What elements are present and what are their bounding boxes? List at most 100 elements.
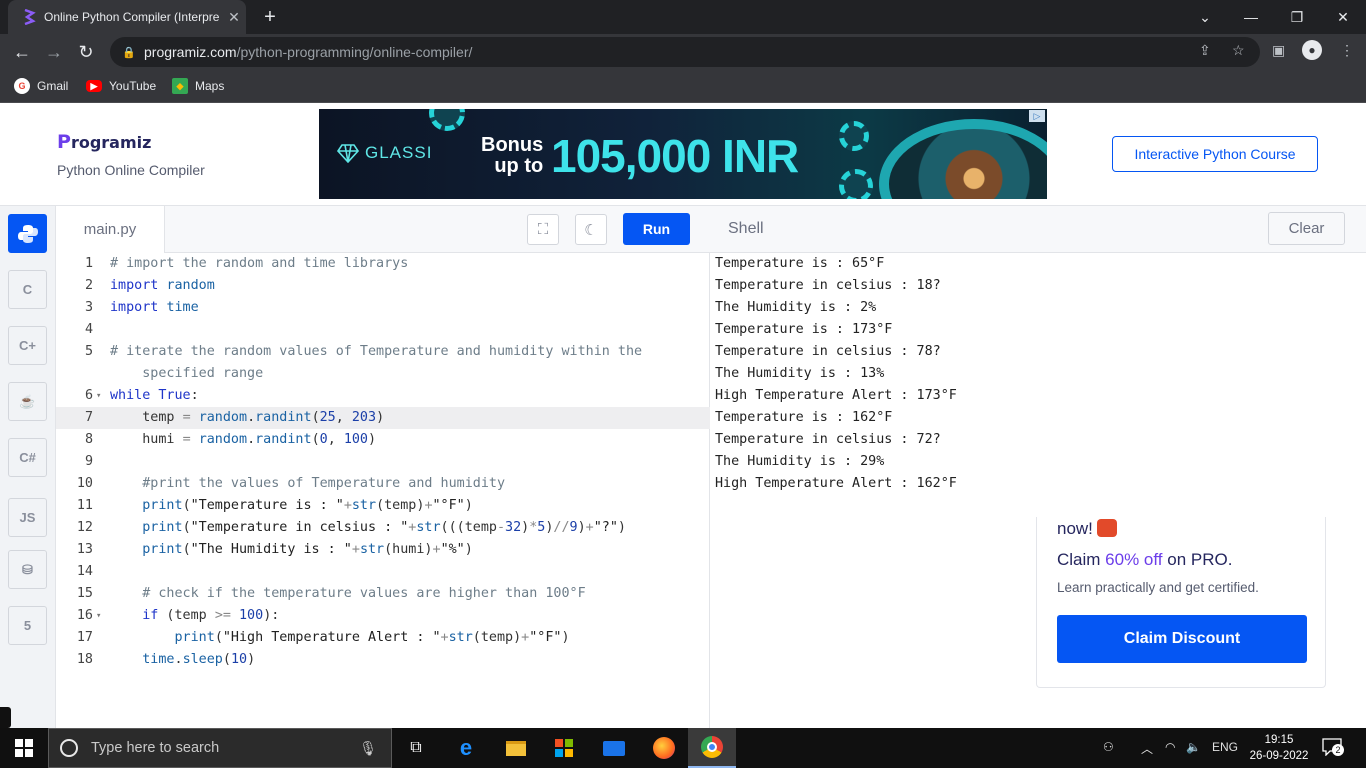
- code-line[interactable]: 10 #print the values of Temperature and …: [56, 473, 710, 495]
- code-line[interactable]: 5 # iterate the random values of Temperat…: [56, 341, 710, 363]
- ad-banner[interactable]: GLASSI Bonus up to 105,000 INR ▷: [319, 109, 1047, 199]
- bookmark-gmail[interactable]: G Gmail: [14, 76, 68, 96]
- logo-p: P: [57, 131, 71, 153]
- adchoices-icon[interactable]: ▷: [1029, 110, 1045, 122]
- reload-icon[interactable]: ↻: [74, 40, 98, 64]
- code-line[interactable]: 11 print("Temperature is : "+str(temp)+"…: [56, 495, 710, 517]
- run-button[interactable]: Run: [623, 213, 690, 245]
- back-arrow-icon[interactable]: ←: [10, 40, 34, 64]
- casino-chip-icon: [839, 169, 873, 199]
- bookmark-youtube[interactable]: ▶ YouTube: [86, 76, 156, 96]
- wifi-icon[interactable]: ◠: [1165, 740, 1175, 754]
- bookmark-maps[interactable]: ◆ Maps: [172, 76, 224, 96]
- microphone-icon[interactable]: 🎙: [359, 740, 377, 757]
- code-line[interactable]: 3 import time: [56, 297, 710, 319]
- python-icon[interactable]: [8, 214, 47, 253]
- minimize-button[interactable]: —: [1228, 0, 1274, 34]
- tab-search-chevron-icon[interactable]: ⌄: [1182, 0, 1228, 34]
- system-clock[interactable]: 19:15 26-09-2022: [1248, 732, 1310, 764]
- language-indicator[interactable]: ENG: [1212, 740, 1238, 754]
- chrome-icon[interactable]: [688, 728, 736, 768]
- code-line[interactable]: 13 print("The Humidity is : "+str(humi)+…: [56, 539, 710, 561]
- shell-output-line: The Humidity is : 2%: [715, 300, 877, 315]
- shell-output-line: Temperature is : 65°F: [715, 256, 885, 271]
- taskbar-search[interactable]: Type here to search 🎙: [48, 728, 392, 768]
- bookmark-label: YouTube: [109, 79, 157, 93]
- side-panel-icon[interactable]: ▣: [1272, 42, 1285, 59]
- js-icon[interactable]: JS: [8, 498, 47, 537]
- code-line[interactable]: 18 time.sleep(10): [56, 649, 710, 671]
- page-subtitle: Python Online Compiler: [57, 162, 205, 178]
- code-line[interactable]: 9: [56, 451, 710, 473]
- java-icon[interactable]: ☕: [8, 382, 47, 421]
- store-icon[interactable]: [540, 728, 588, 768]
- code-editor[interactable]: 1 # import the random and time librarys 2 i…: [56, 253, 710, 728]
- code-line[interactable]: specified range: [56, 363, 710, 385]
- shell-output-line: The Humidity is : 29%: [715, 454, 885, 469]
- task-view-icon[interactable]: ⧉: [392, 728, 440, 768]
- code-text: import random: [110, 278, 215, 293]
- profile-avatar-icon[interactable]: ●: [1302, 40, 1322, 60]
- programiz-logo[interactable]: Programiz: [57, 131, 151, 153]
- close-window-button[interactable]: ✕: [1320, 0, 1366, 34]
- address-bar[interactable]: 🔒 programiz.com/python-programming/onlin…: [110, 37, 1260, 67]
- notification-center-icon[interactable]: 2: [1322, 738, 1344, 758]
- line-number: 6: [84, 388, 93, 403]
- line-number: 13: [76, 542, 93, 557]
- share-icon[interactable]: ⇪: [1199, 42, 1211, 59]
- gift-emoji-icon: [1096, 519, 1117, 537]
- browser-tab-active[interactable]: Online Python Compiler (Interpre ✕: [8, 0, 246, 34]
- code-line[interactable]: 17 print("High Temperature Alert : "+str…: [56, 627, 710, 649]
- interactive-course-button[interactable]: Interactive Python Course: [1112, 136, 1318, 172]
- fold-arrow-icon[interactable]: ▾: [96, 605, 101, 627]
- casino-chip-icon: [839, 121, 869, 151]
- csharp-icon[interactable]: C#: [8, 438, 47, 477]
- edge-browser-icon[interactable]: e: [442, 728, 490, 768]
- edge-handle[interactable]: [0, 707, 11, 728]
- ad-brand: GLASSI: [337, 143, 432, 163]
- code-line[interactable]: 15 # check if the temperature values are…: [56, 583, 710, 605]
- code-line[interactable]: 8 humi = random.randint(0, 100): [56, 429, 710, 451]
- volume-icon[interactable]: 🔈: [1186, 740, 1201, 754]
- code-text: #print the values of Temperature and hum…: [142, 476, 506, 491]
- menu-kebab-icon[interactable]: ⋮: [1340, 42, 1354, 59]
- restore-button[interactable]: ❐: [1274, 0, 1320, 34]
- shell-output-line: High Temperature Alert : 173°F: [715, 388, 957, 403]
- new-tab-button[interactable]: +: [258, 6, 282, 29]
- c-icon[interactable]: C: [8, 270, 47, 309]
- code-line[interactable]: 4: [56, 319, 710, 341]
- claim-discount-button[interactable]: Claim Discount: [1057, 615, 1307, 663]
- mail-icon[interactable]: [590, 728, 638, 768]
- code-line[interactable]: 12 print("Temperature in celsius : "+str…: [56, 517, 710, 539]
- code-line[interactable]: 6 ▾ while True:: [56, 385, 710, 407]
- windows-taskbar: Type here to search 🎙 ⧉ e ⚇ ︿ ◠ 🔈 ENG 19…: [0, 728, 1366, 768]
- fold-arrow-icon[interactable]: ▾: [96, 385, 101, 407]
- windows-start-icon[interactable]: [0, 728, 48, 768]
- python-logo-svg: [17, 224, 38, 243]
- code-text: if (temp >= 100):: [142, 608, 280, 623]
- file-explorer-icon[interactable]: [492, 728, 540, 768]
- tab-close-icon[interactable]: ✕: [222, 9, 246, 26]
- show-hidden-icons-chevron[interactable]: ︿: [1141, 740, 1153, 757]
- code-line[interactable]: 16 ▾ if (temp >= 100):: [56, 605, 710, 627]
- people-icon[interactable]: ⚇: [1103, 740, 1114, 754]
- fullscreen-icon[interactable]: ⛶: [527, 214, 559, 245]
- code-line[interactable]: 1 # import the random and time librarys: [56, 253, 710, 275]
- line-number: 8: [84, 432, 93, 447]
- html5-icon[interactable]: 5: [8, 606, 47, 645]
- line-number: 16: [76, 608, 93, 623]
- dark-mode-moon-icon[interactable]: ☾: [575, 214, 607, 245]
- code-line[interactable]: 2 import random: [56, 275, 710, 297]
- firefox-icon[interactable]: [640, 728, 688, 768]
- line-number: 4: [84, 322, 93, 337]
- clear-button[interactable]: Clear: [1268, 212, 1345, 245]
- line-number: 17: [76, 630, 93, 645]
- file-tab-main-py[interactable]: main.py: [56, 206, 165, 253]
- database-icon[interactable]: ⛁: [8, 550, 47, 589]
- code-line[interactable]: 14: [56, 561, 710, 583]
- forward-arrow-icon[interactable]: →: [42, 40, 66, 64]
- google-icon: G: [14, 78, 30, 94]
- code-line[interactable]: 7 temp = random.randint(25, 203): [56, 407, 710, 429]
- cpp-icon[interactable]: C+: [8, 326, 47, 365]
- bookmark-star-icon[interactable]: ☆: [1232, 42, 1245, 59]
